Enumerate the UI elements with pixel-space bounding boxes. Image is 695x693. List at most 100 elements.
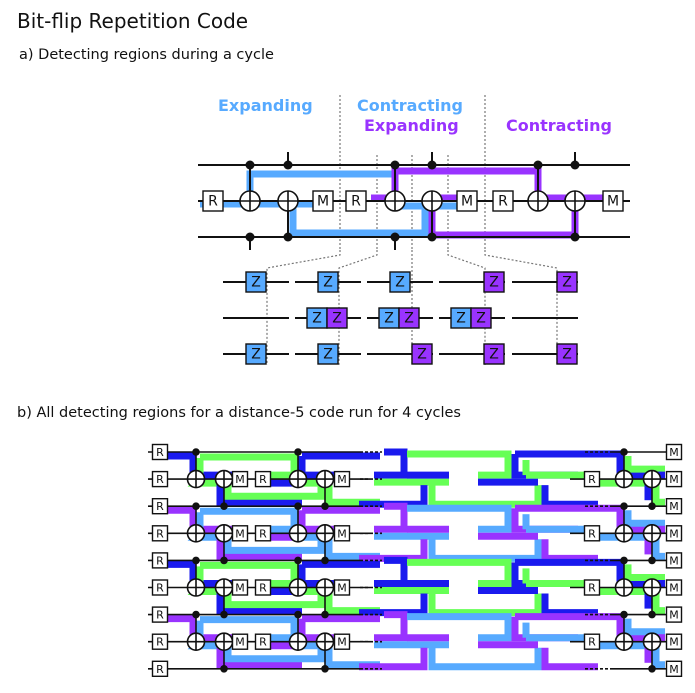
control-dot: [192, 610, 200, 619]
control-dot: [620, 610, 628, 619]
control-dot: [321, 610, 329, 619]
control-dot: [321, 556, 329, 565]
pauli-z-blue-label: Z: [384, 311, 394, 327]
reset-gate: R: [151, 606, 169, 623]
control-dot: [192, 448, 200, 456]
measure-gate: M: [231, 525, 249, 542]
measure-gate: M: [665, 606, 683, 623]
cnot-target-icon: [384, 190, 406, 212]
cnot-target-icon: [277, 190, 299, 212]
measure-gate-label: M: [669, 446, 679, 459]
cnot-target-icon: [288, 578, 308, 597]
cnot-target-icon: [421, 190, 443, 212]
control-dot: [620, 448, 628, 456]
panel-b-circuit: R M R M M R M R R M R M M R M R R M R M M R M R R M R M M R M R R M: [148, 443, 683, 677]
reset-gate: R: [583, 525, 601, 542]
reset-gate-label: R: [259, 473, 267, 486]
cnot-target-icon: [614, 578, 634, 597]
cnot-target-icon: [186, 469, 206, 489]
reset-gate: R: [151, 579, 169, 596]
region-band-middle: [541, 647, 598, 671]
pauli-z-purple-label: Z: [417, 347, 427, 363]
control-dot: [192, 556, 200, 565]
cnot-target-icon: [186, 632, 206, 652]
panel-a-pauli-snapshots: ZZZZ ZZZZ ZZZZ ZZZZ: [223, 250, 578, 365]
reset-gate: R: [151, 660, 169, 677]
pauli-z-purple: Z: [470, 307, 492, 329]
reset-gate-label: R: [588, 527, 596, 540]
cnot-target-icon: [315, 578, 335, 597]
pauli-z-blue: Z: [389, 271, 411, 293]
control-dot: [294, 610, 302, 619]
region-band-middle: [359, 485, 428, 508]
cnot-target-icon: [315, 632, 335, 652]
reset-gate-label: R: [588, 582, 596, 595]
cnot-target-icon: [288, 523, 308, 543]
reset-gate: R: [492, 190, 514, 212]
measure-gate-label: M: [235, 527, 245, 540]
control-dot: [648, 502, 656, 511]
pauli-z-purple: Z: [411, 343, 433, 365]
pauli-z-purple-label: Z: [562, 347, 572, 363]
pauli-z-purple: Z: [556, 271, 578, 293]
cnot-target-icon: [642, 469, 662, 489]
reset-gate: R: [151, 443, 169, 461]
reset-gate: R: [254, 633, 272, 650]
measure-gate: M: [333, 579, 351, 596]
measure-gate: M: [333, 633, 351, 650]
reset-gate: R: [151, 552, 169, 569]
pauli-z-purple-label: Z: [332, 311, 342, 327]
cnot-target-icon: [614, 632, 634, 652]
control-dot: [533, 160, 543, 170]
reset-gate-label: R: [259, 636, 267, 649]
measure-gate-label: M: [669, 609, 679, 622]
measure-gate-label: M: [337, 582, 347, 595]
reset-gate: R: [254, 470, 272, 488]
reset-gate: R: [583, 470, 601, 488]
measure-gate: M: [333, 470, 351, 488]
reset-gate-label: R: [156, 554, 164, 567]
control-dot: [620, 502, 628, 511]
reset-gate-label: R: [156, 609, 164, 622]
reset-gate: R: [151, 525, 169, 542]
panel-a-circuit: Expanding ContractingExpanding Contracting…: [198, 95, 630, 250]
control-dot: [620, 556, 628, 565]
control-dot: [427, 232, 437, 242]
reset-gate-label: R: [156, 473, 164, 486]
control-dot: [220, 665, 228, 673]
reset-gate: R: [151, 470, 169, 488]
reset-gate-label: R: [156, 527, 164, 540]
reset-gate-label: R: [156, 636, 164, 649]
control-dot: [321, 665, 329, 673]
cnot-target-icon: [239, 190, 261, 212]
measure-gate: M: [333, 525, 351, 542]
region-band-middle: [541, 539, 598, 562]
cnot-target-icon: [288, 469, 308, 489]
cnot-target-icon: [186, 523, 206, 543]
cnot-target-icon: [315, 469, 335, 489]
reset-gate-label: R: [498, 194, 508, 210]
reset-gate: R: [345, 190, 367, 212]
reset-gate-label: R: [156, 663, 164, 676]
control-dot: [245, 160, 255, 170]
control-dot: [427, 160, 437, 170]
reset-gate: R: [254, 579, 272, 596]
reset-gate-label: R: [351, 194, 361, 210]
measure-gate: M: [231, 470, 249, 488]
control-dot: [570, 160, 580, 170]
region-label-expanding: Expanding: [364, 116, 459, 135]
reset-gate-label: R: [208, 194, 218, 210]
region-band-middle: [428, 647, 542, 671]
pauli-z-blue-label: Z: [251, 275, 261, 291]
pauli-z-blue-label: Z: [323, 275, 333, 291]
region-band-middle: [359, 647, 428, 671]
pauli-z-purple-label: Z: [489, 347, 499, 363]
measure-gate-label: M: [669, 582, 679, 595]
region-label-expanding: Expanding: [218, 96, 313, 115]
measure-gate-label: M: [461, 194, 473, 210]
measure-gate: M: [665, 498, 683, 515]
region-band-right: [624, 564, 665, 581]
pauli-z-blue: Z: [245, 271, 267, 293]
pauli-z-purple-label: Z: [476, 311, 486, 327]
measure-gate-label: M: [669, 663, 679, 676]
